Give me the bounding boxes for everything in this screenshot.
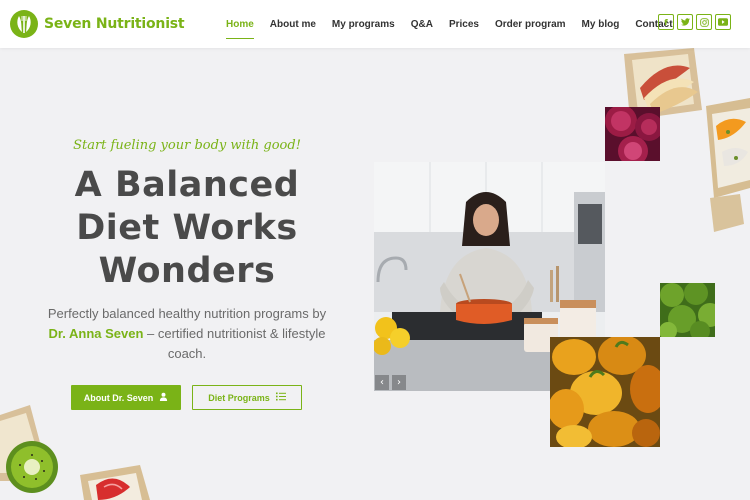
squash-tile-image bbox=[550, 337, 660, 447]
leaf-fork-icon bbox=[10, 10, 38, 38]
instagram-icon[interactable] bbox=[696, 14, 712, 30]
headline-line-1: A Balanced bbox=[74, 165, 300, 205]
nav-qa[interactable]: Q&A bbox=[411, 15, 433, 34]
hero-headline: A Balanced Diet Works Wonders bbox=[0, 164, 374, 293]
logo-link[interactable]: Seven Nutritionist bbox=[10, 9, 185, 39]
decorative-food-bottom-image bbox=[0, 405, 160, 500]
nav-home[interactable]: Home bbox=[226, 15, 254, 39]
user-badge-icon bbox=[159, 392, 168, 403]
brand-name: Seven Nutritionist bbox=[44, 16, 185, 32]
diet-programs-label: Diet Programs bbox=[208, 392, 270, 403]
nav-order-program[interactable]: Order program bbox=[495, 15, 566, 34]
hero-tagline: Start fueling your body with good! bbox=[73, 138, 301, 153]
about-button-label: About Dr. Seven bbox=[83, 392, 154, 403]
description-text-pre: Perfectly balanced healthy nutrition pro… bbox=[47, 306, 327, 321]
description-text-post: – certified nutritionist & lifestyle coa… bbox=[143, 326, 326, 361]
social-links: f bbox=[658, 14, 731, 30]
diet-programs-button[interactable]: Diet Programs bbox=[192, 385, 302, 410]
list-icon bbox=[275, 392, 286, 403]
nav-my-blog[interactable]: My blog bbox=[582, 15, 620, 34]
twitter-icon[interactable] bbox=[677, 14, 693, 30]
youtube-icon[interactable] bbox=[715, 14, 731, 30]
headline-line-3: Wonders bbox=[98, 251, 276, 291]
greens-tile-image bbox=[660, 283, 715, 337]
main-nav: Home About me My programs Q&A Prices Ord… bbox=[226, 0, 689, 48]
nav-my-programs[interactable]: My programs bbox=[332, 15, 395, 34]
chevron-right-icon[interactable]: › bbox=[392, 375, 406, 390]
facebook-icon[interactable]: f bbox=[658, 14, 674, 30]
site-header: Seven Nutritionist Home About me My prog… bbox=[0, 0, 750, 48]
hero-description: Perfectly balanced healthy nutrition pro… bbox=[40, 304, 334, 364]
nutritionist-name-link[interactable]: Dr. Anna Seven bbox=[49, 326, 144, 341]
nav-prices[interactable]: Prices bbox=[449, 15, 479, 34]
nav-about-me[interactable]: About me bbox=[270, 15, 316, 34]
beetroot-tile-image bbox=[605, 107, 660, 161]
headline-line-2: Diet Works bbox=[76, 208, 298, 248]
chevron-left-icon[interactable]: ‹ bbox=[375, 375, 389, 390]
about-dr-seven-button[interactable]: About Dr. Seven bbox=[71, 385, 181, 410]
